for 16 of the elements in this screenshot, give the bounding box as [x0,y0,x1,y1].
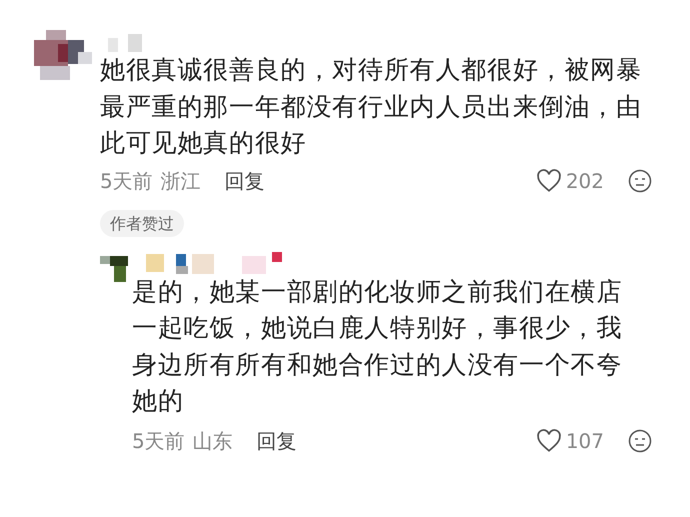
reply-text: 是的，她某一部剧的化妆师之前我们在横店一起吃饭，她说白鹿人特别好，事很少，我身边所有所有和她合作过的人没有一个不夸她的 [132,276,624,417]
comment-time: 5天前 [100,168,153,194]
comment-time: 5天前 [132,428,185,454]
emoji-icon[interactable] [628,428,652,452]
reply-link[interactable]: 回复 [256,426,297,456]
heart-icon[interactable] [536,428,562,454]
comment-location: 山东 [192,428,233,454]
author-liked-tag: 作者赞过 [100,210,184,236]
like-count: 202 [566,168,604,194]
comment-location: 浙江 [160,168,201,194]
reply-link[interactable]: 回复 [224,166,265,196]
heart-icon[interactable] [536,168,562,194]
emoji-icon[interactable] [628,168,652,192]
username-mosaic [108,34,142,52]
like-count: 107 [566,428,604,454]
comment-text: 她很真诚很善良的，对待所有人都很好，被网暴最严重的那一年都没有行业内人员出来倒油，由此可见她真的很好 [100,54,642,159]
